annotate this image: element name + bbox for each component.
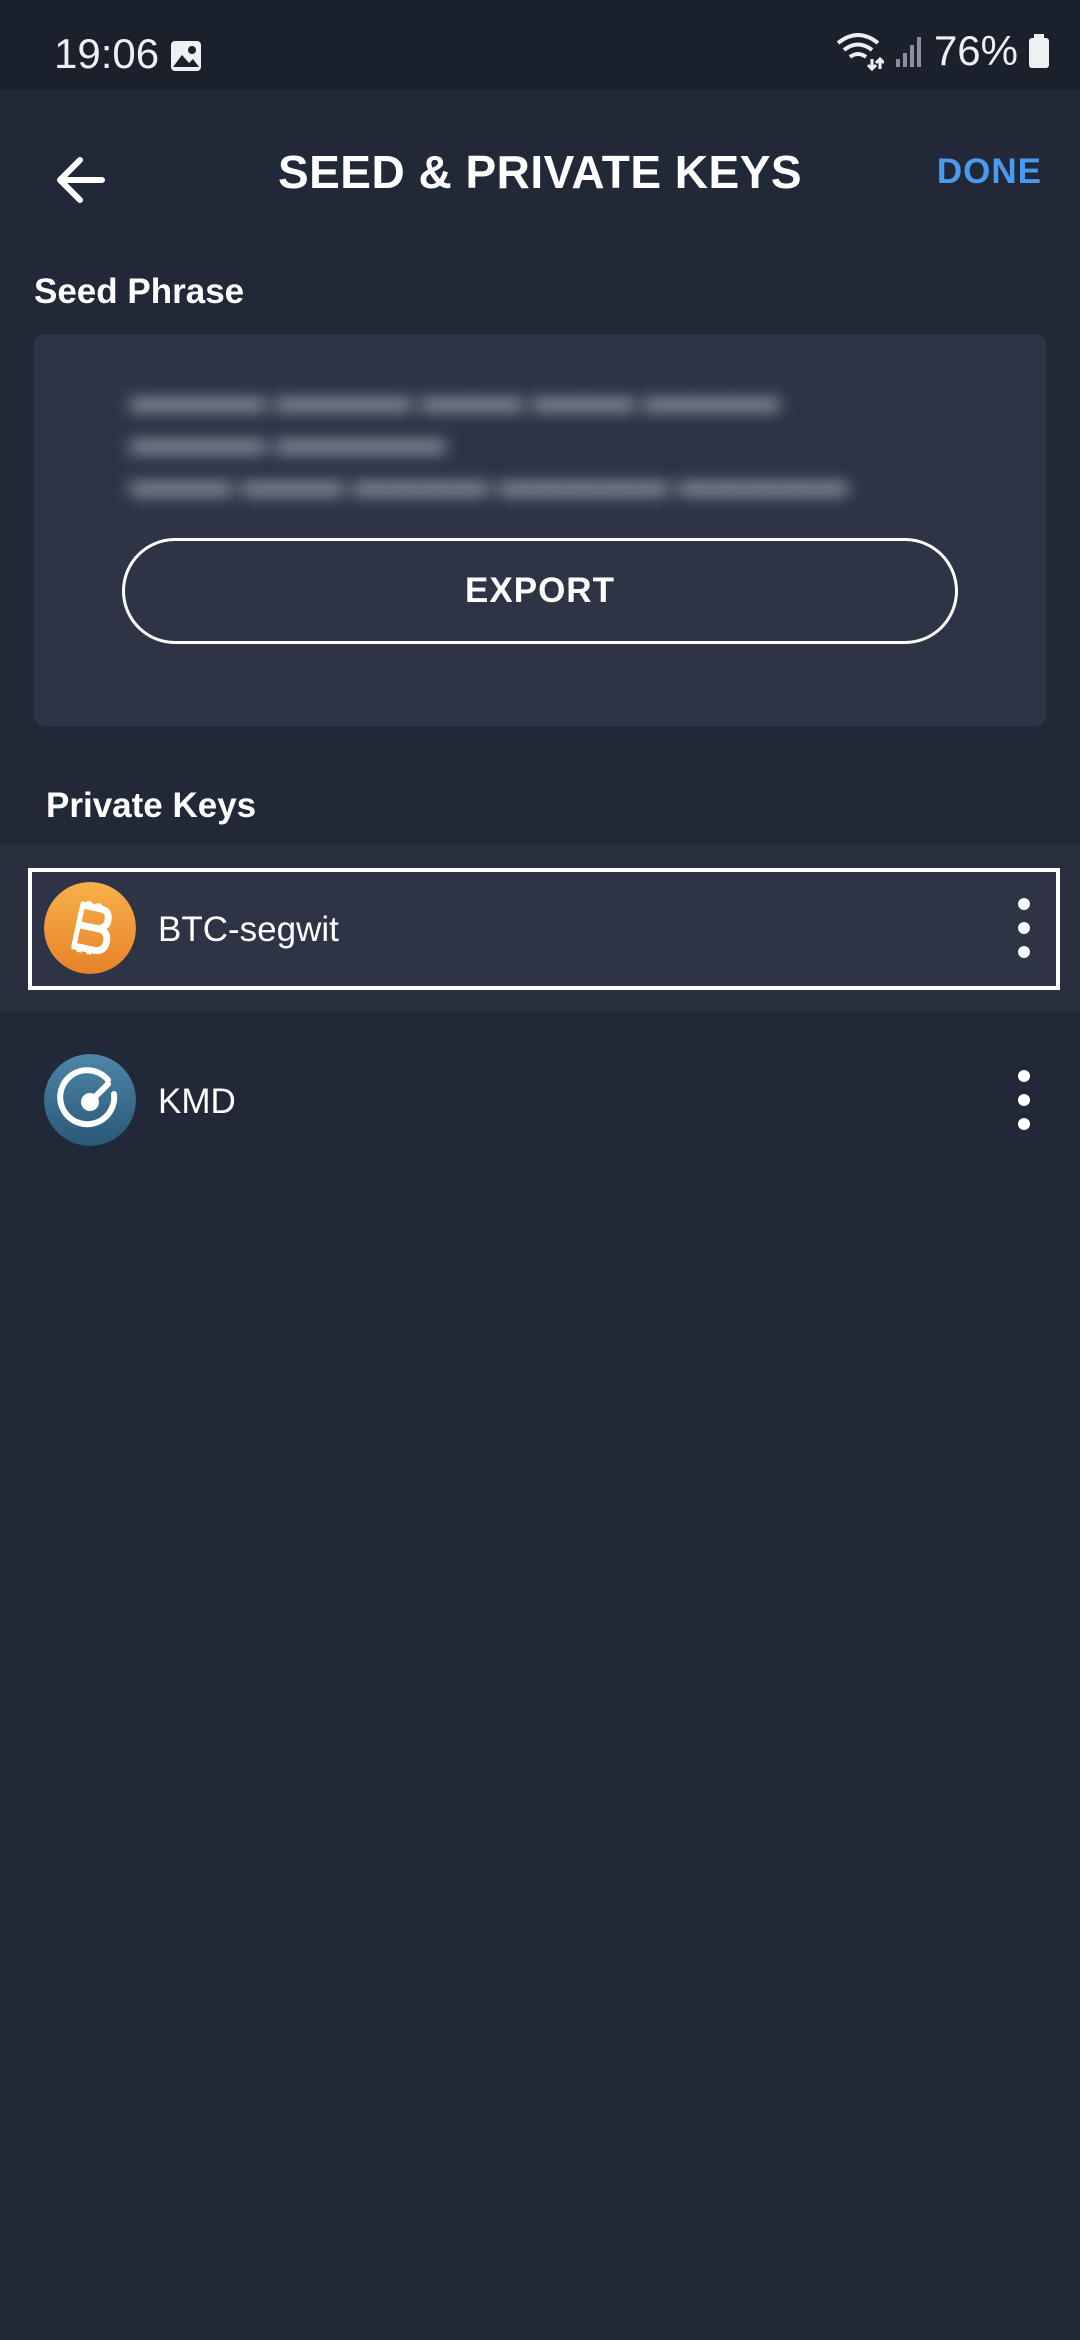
seed-card: ▬▬▬▬ ▬▬▬▬ ▬▬▬ ▬▬▬ ▬▬▬▬ ▬▬▬▬ ▬▬▬▬▬ ▬▬▬ ▬▬▬… <box>34 334 1046 726</box>
status-bar: 19:06 76% <box>0 0 1080 90</box>
komodo-icon <box>44 1054 136 1146</box>
seed-phrase-label: Seed Phrase <box>34 272 245 311</box>
gallery-icon <box>171 41 201 71</box>
done-button[interactable]: DONE <box>937 152 1042 192</box>
status-time: 19:06 <box>54 30 160 77</box>
private-key-row-kmd[interactable]: KMD <box>0 1012 1080 1180</box>
app-bar: SEED & PRIVATE KEYS DONE <box>0 90 1080 250</box>
coin-name: BTC-segwit <box>158 910 339 949</box>
battery-percent: 76% <box>933 27 1018 74</box>
seed-phrase-blurred: ▬▬▬▬ ▬▬▬▬ ▬▬▬ ▬▬▬ ▬▬▬▬ ▬▬▬▬ ▬▬▬▬▬ ▬▬▬ ▬▬▬… <box>130 380 848 502</box>
coin-name: KMD <box>158 1082 236 1121</box>
wifi-icon <box>836 33 884 71</box>
status-icons: 76% <box>836 26 1050 76</box>
private-key-row-btc[interactable]: BTC-segwit <box>0 844 1080 1012</box>
page-title: SEED & PRIVATE KEYS <box>277 146 803 198</box>
private-keys-label: Private Keys <box>46 786 257 825</box>
signal-icon <box>895 37 921 67</box>
more-vert-icon <box>1018 1070 1030 1082</box>
battery-icon <box>1029 34 1049 68</box>
more-options-button[interactable] <box>1004 898 1044 958</box>
export-button[interactable]: EXPORT <box>122 538 958 644</box>
more-options-button[interactable] <box>1004 1070 1044 1130</box>
bitcoin-icon <box>44 882 136 974</box>
more-vert-icon <box>1018 898 1030 910</box>
